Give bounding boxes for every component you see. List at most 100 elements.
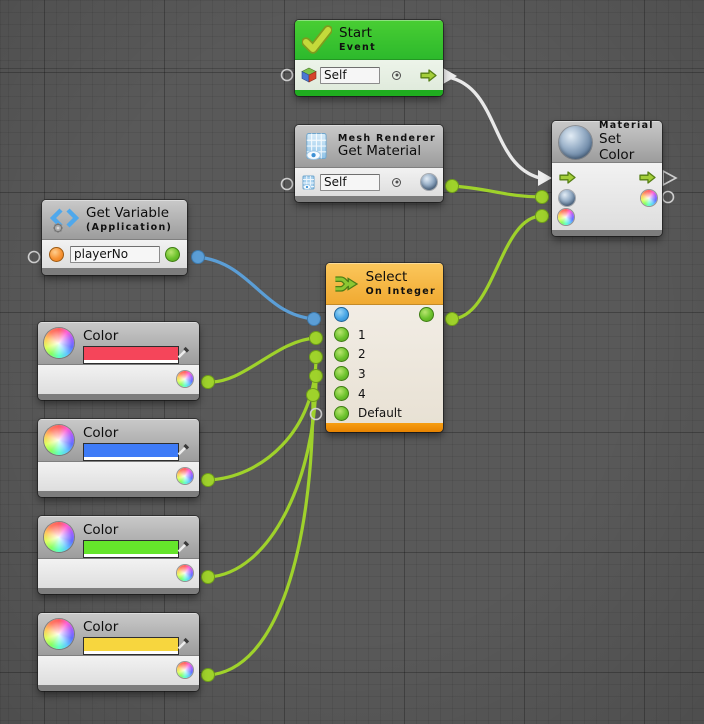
- node-get-variable[interactable]: Get Variable (Application): [42, 200, 187, 275]
- node-title: Start: [339, 26, 376, 42]
- select-option-label: 4: [358, 387, 366, 401]
- select-selector-input-port[interactable]: [334, 307, 349, 322]
- node-color-header[interactable]: Color: [38, 322, 199, 365]
- color-wheel-icon: [44, 425, 74, 455]
- node-footer: [38, 394, 199, 400]
- node-footer: [38, 588, 199, 594]
- wire-color2-to-select[interactable]: [208, 357, 316, 480]
- flow-input-arrow-icon[interactable]: [559, 171, 576, 184]
- wire-color1-to-select[interactable]: [208, 338, 316, 382]
- check-icon: [302, 25, 332, 55]
- wire-start-to-setcolor[interactable]: [448, 77, 540, 178]
- select-option-row[interactable]: Default: [326, 403, 443, 423]
- node-title: Color: [83, 425, 118, 441]
- variable-name-input[interactable]: [70, 246, 160, 263]
- node-color-4[interactable]: Color: [38, 613, 199, 691]
- alpha-bar: [84, 457, 178, 460]
- select-option-label: 3: [358, 367, 366, 381]
- get-material-target-dot-port[interactable]: [392, 178, 401, 187]
- node-get-material[interactable]: Mesh Renderer Get Material: [295, 125, 443, 202]
- node-color-2[interactable]: Color: [38, 419, 199, 497]
- color-wheel-icon: [44, 328, 74, 358]
- color-input-port[interactable]: [558, 209, 574, 225]
- node-footer: [38, 491, 199, 497]
- color-swatch[interactable]: [83, 540, 179, 558]
- node-title: Color: [83, 619, 118, 635]
- select-option-label: Default: [358, 406, 402, 420]
- select-option-row[interactable]: 4: [326, 384, 443, 404]
- node-color-header[interactable]: Color: [38, 516, 199, 559]
- mesh-renderer-icon: [302, 132, 331, 161]
- node-subtitle: On Integer: [366, 286, 436, 297]
- node-select-on-integer[interactable]: Select On Integer 1 2 3 4: [326, 263, 443, 432]
- node-color-1[interactable]: Color: [38, 322, 199, 400]
- flow-output-arrow-icon[interactable]: [420, 69, 437, 82]
- color-swatch[interactable]: [83, 637, 179, 655]
- color-wheel-icon: [44, 522, 74, 552]
- eyedropper-icon[interactable]: [177, 346, 190, 359]
- alpha-bar: [84, 554, 178, 557]
- select-option-3-port[interactable]: [334, 366, 349, 381]
- node-start-event[interactable]: Start Event: [295, 20, 443, 96]
- color-output-port[interactable]: [177, 371, 193, 387]
- wire-select-to-setcolor[interactable]: [452, 216, 542, 319]
- eyedropper-icon[interactable]: [177, 443, 190, 456]
- eyedropper-icon[interactable]: [177, 637, 190, 650]
- node-footer: [42, 268, 187, 275]
- graph-canvas[interactable]: Start Event: [0, 0, 704, 724]
- start-target-input[interactable]: [320, 67, 380, 84]
- select-option-row[interactable]: 3: [326, 364, 443, 384]
- node-title: Select: [366, 270, 436, 286]
- node-set-color-header[interactable]: Material Set Color: [552, 121, 662, 163]
- wire-color4-to-select[interactable]: [208, 395, 313, 675]
- select-merge-arrow-icon: [333, 271, 359, 297]
- select-option-2-port[interactable]: [334, 347, 349, 362]
- unconnected-indicator-setcolor-flowout: [663, 171, 676, 185]
- alpha-bar: [84, 360, 178, 363]
- select-output-port[interactable]: [419, 307, 434, 322]
- wire-flow-arrowhead-end: [538, 170, 552, 186]
- node-select-header[interactable]: Select On Integer: [326, 263, 443, 305]
- gameobject-cube-icon: [301, 67, 317, 83]
- node-footer: [295, 196, 443, 202]
- node-subtitle: Event: [339, 42, 376, 53]
- node-color-3[interactable]: Color: [38, 516, 199, 594]
- select-option-row[interactable]: 2: [326, 344, 443, 364]
- color-output-port[interactable]: [177, 565, 193, 581]
- node-get-material-header[interactable]: Mesh Renderer Get Material: [295, 125, 443, 168]
- select-default-port[interactable]: [334, 406, 349, 421]
- mesh-renderer-mini-icon: [301, 175, 316, 190]
- eyedropper-icon[interactable]: [177, 540, 190, 553]
- wire-flow-arrowhead-start: [443, 68, 457, 84]
- color-output-port[interactable]: [641, 190, 657, 206]
- flow-output-arrow-icon[interactable]: [639, 171, 656, 184]
- alpha-bar: [84, 651, 178, 654]
- color-swatch[interactable]: [83, 346, 179, 364]
- node-start-header[interactable]: Start Event: [295, 20, 443, 60]
- wire-getvariable-to-select[interactable]: [198, 257, 314, 319]
- start-target-dot-port[interactable]: [392, 71, 401, 80]
- wire-getmaterial-to-setcolor[interactable]: [452, 186, 542, 197]
- color-wheel-icon: [44, 619, 74, 649]
- node-color-header[interactable]: Color: [38, 419, 199, 462]
- color-output-port[interactable]: [177, 468, 193, 484]
- material-input-port[interactable]: [559, 190, 575, 206]
- select-option-label: 1: [358, 328, 366, 342]
- variable-value-output-port[interactable]: [165, 247, 180, 262]
- select-option-1-port[interactable]: [334, 327, 349, 342]
- select-option-4-port[interactable]: [334, 386, 349, 401]
- node-get-variable-header[interactable]: Get Variable (Application): [42, 200, 187, 240]
- get-material-target-input[interactable]: [320, 174, 380, 191]
- node-footer: [38, 685, 199, 691]
- variable-name-input-port[interactable]: [49, 247, 64, 262]
- unconnected-indicator-setcolor-out: [663, 192, 674, 203]
- color-swatch[interactable]: [83, 443, 179, 461]
- select-option-row[interactable]: 1: [326, 325, 443, 345]
- color-output-port[interactable]: [177, 662, 193, 678]
- node-title: Set Color: [599, 132, 655, 164]
- node-color-header[interactable]: Color: [38, 613, 199, 656]
- node-set-color[interactable]: Material Set Color: [552, 121, 662, 236]
- node-title: Color: [83, 328, 118, 344]
- material-output-port[interactable]: [421, 174, 437, 190]
- node-footer: [295, 90, 443, 96]
